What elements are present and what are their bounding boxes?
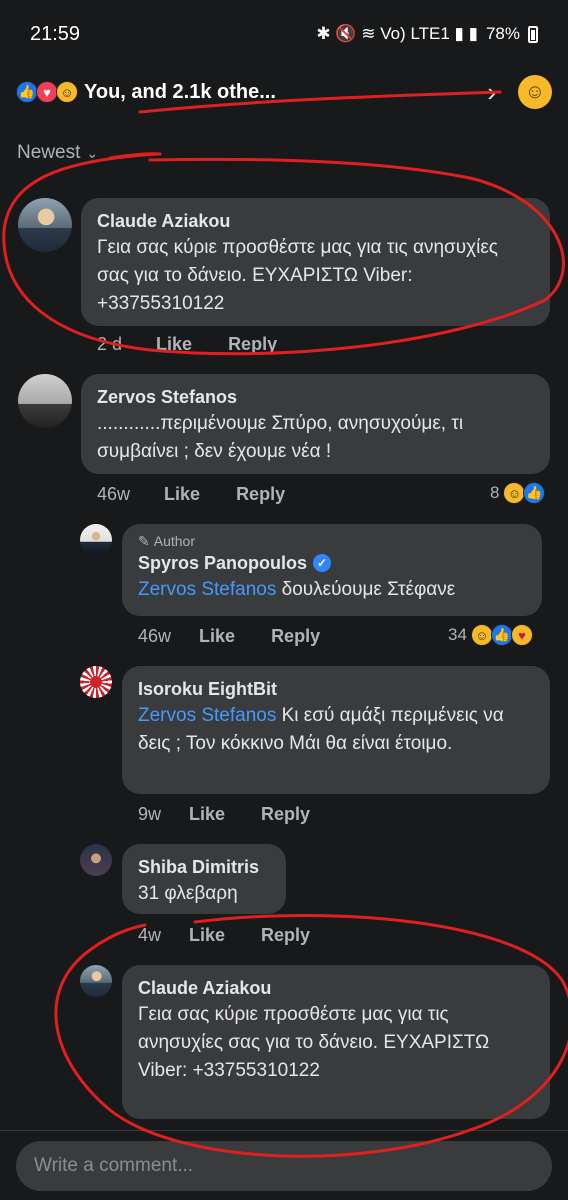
mention-link[interactable]: Zervos Stefanos — [138, 579, 276, 600]
comment-actions: 46w Like Reply — [97, 484, 321, 505]
reply-text: Zervos Stefanos Κι εσύ αμάξι περιμένεις … — [138, 702, 534, 758]
reply-bubble[interactable]: ✎ Author Spyros Panopoulos ✓ Zervos Stef… — [122, 524, 542, 616]
like-button[interactable]: Like — [156, 334, 192, 355]
reply: Claude Aziakou Γεια σας κύριε προσθέστε … — [80, 965, 550, 1119]
reply-actions: 4w Like Reply — [138, 925, 346, 946]
reply: ✎ Author Spyros Panopoulos ✓ Zervos Stef… — [80, 524, 542, 616]
like-icon: 👍 — [490, 624, 513, 646]
avatar[interactable] — [80, 524, 112, 556]
verified-badge-icon: ✓ — [313, 554, 332, 572]
commenter-name[interactable]: Shiba Dimitris — [138, 854, 270, 880]
avatar[interactable] — [80, 666, 112, 698]
reaction-count-number: 8 — [490, 483, 500, 502]
avatar[interactable] — [80, 965, 112, 997]
author-badge: ✎ Author — [138, 532, 526, 550]
commenter-name-text: Spyros Panopoulos — [138, 553, 308, 573]
like-button[interactable]: Like — [189, 925, 225, 946]
comment-bubble[interactable]: Claude Aziakou Γεια σας κύριε προσθέστε … — [81, 198, 550, 326]
annotation-sort-stroke — [108, 152, 162, 160]
status-icons: ✱ 🔇 ≋ Vo) LTE1 ▮ ▮ 78% — [316, 24, 538, 44]
avatar[interactable] — [18, 374, 72, 428]
comment-actions: 2 d Like Reply — [97, 334, 313, 355]
love-icon: ♥ — [36, 81, 58, 103]
comment-bubble[interactable]: Zervos Stefanos ............περιμένουμε … — [81, 374, 550, 474]
reply-bubble[interactable]: Shiba Dimitris 31 φλεβαρη — [122, 844, 286, 914]
reply-bubble[interactable]: Claude Aziakou Γεια σας κύριε προσθέστε … — [122, 965, 550, 1119]
reply-button[interactable]: Reply — [261, 804, 310, 825]
pencil-icon: ✎ — [138, 533, 150, 549]
like-button[interactable]: Like — [189, 804, 225, 825]
comment-composer — [0, 1130, 568, 1200]
comment: Zervos Stefanos ............περιμένουμε … — [18, 374, 550, 474]
avatar[interactable] — [80, 844, 112, 876]
status-indicator-icons: ✱ 🔇 ≋ Vo) LTE1 ▮ ▮ — [316, 24, 478, 43]
status-time: 21:59 — [30, 22, 81, 45]
like-button[interactable]: Like — [164, 484, 200, 505]
comment: Claude Aziakou Γεια σας κύριε προσθέστε … — [18, 198, 550, 326]
haha-icon: ☺ — [470, 624, 493, 646]
write-comment-input[interactable] — [16, 1141, 552, 1191]
reactions-summary[interactable]: 👍 ♥ ☺ You, and 2.1k othe... › ☺ — [0, 68, 568, 116]
reply: Shiba Dimitris 31 φλεβαρη — [80, 844, 286, 914]
commenter-name[interactable]: Zervos Stefanos — [97, 384, 534, 410]
reply: Isoroku EightBit Zervos Stefanos Κι εσύ … — [80, 666, 550, 794]
reply-text: Γεια σας κύριε προσθέστε μας για τις ανη… — [138, 1004, 490, 1081]
haha-icon: ☺ — [56, 81, 78, 103]
reply-time[interactable]: 46w — [138, 626, 171, 647]
reaction-count[interactable]: 34 ☺ 👍 ♥ — [448, 624, 533, 646]
comment-text: ............περιμένουμε Σπύρο, ανησυχούμ… — [97, 413, 464, 462]
reply-actions: 46w Like Reply — [138, 626, 356, 647]
reply-text: 31 φλεβαρη — [138, 883, 238, 904]
like-icon: 👍 — [16, 81, 38, 103]
reply-button[interactable]: Reply — [228, 334, 277, 355]
reply-button[interactable]: Reply — [236, 484, 285, 505]
commenter-name[interactable]: Spyros Panopoulos ✓ — [138, 550, 526, 576]
battery-icon — [528, 25, 538, 43]
avatar[interactable] — [18, 198, 72, 252]
author-label: Author — [153, 533, 195, 549]
comment-text: Γεια σας κύριε προσθέστε μας για τις ανη… — [97, 237, 498, 314]
care-icon: ♥ — [510, 624, 533, 646]
reply-time[interactable]: 9w — [138, 804, 161, 825]
reply-actions: 9w Like Reply — [138, 804, 346, 825]
reaction-count[interactable]: 8 ☺ 👍 — [490, 482, 546, 504]
reply-time[interactable]: 4w — [138, 925, 161, 946]
chevron-right-icon[interactable]: › — [487, 77, 496, 108]
commenter-name[interactable]: Claude Aziakou — [97, 208, 534, 234]
mention-link[interactable]: Zervos Stefanos — [138, 705, 276, 726]
commenter-name[interactable]: Claude Aziakou — [138, 975, 534, 1001]
chevron-down-icon: ⌄ — [86, 144, 99, 161]
like-button[interactable]: Like — [199, 626, 235, 647]
reply-body: δουλεύουμε Στέφανε — [276, 579, 456, 600]
reaction-icons: 👍 ♥ ☺ — [16, 81, 78, 103]
reply-text: Zervos Stefanos δουλεύουμε Στέφανε — [138, 576, 526, 604]
haha-reaction-button-icon[interactable]: ☺ — [518, 75, 552, 109]
sort-dropdown[interactable]: Newest ⌄ — [17, 142, 98, 164]
battery-percent: 78% — [485, 24, 520, 43]
reply-button[interactable]: Reply — [271, 626, 320, 647]
comment-time[interactable]: 2 d — [97, 334, 122, 355]
like-icon: 👍 — [523, 482, 546, 504]
sort-label: Newest — [17, 142, 81, 163]
reply-button[interactable]: Reply — [261, 925, 310, 946]
comment-time[interactable]: 46w — [97, 484, 130, 505]
reply-bubble[interactable]: Isoroku EightBit Zervos Stefanos Κι εσύ … — [122, 666, 550, 794]
reactions-text: You, and 2.1k othe... — [84, 80, 276, 103]
status-bar: 21:59 ✱ 🔇 ≋ Vo) LTE1 ▮ ▮ 78% — [0, 0, 568, 68]
commenter-name[interactable]: Isoroku EightBit — [138, 676, 534, 702]
reaction-count-number: 34 — [448, 625, 467, 644]
haha-icon: ☺ — [503, 482, 526, 504]
